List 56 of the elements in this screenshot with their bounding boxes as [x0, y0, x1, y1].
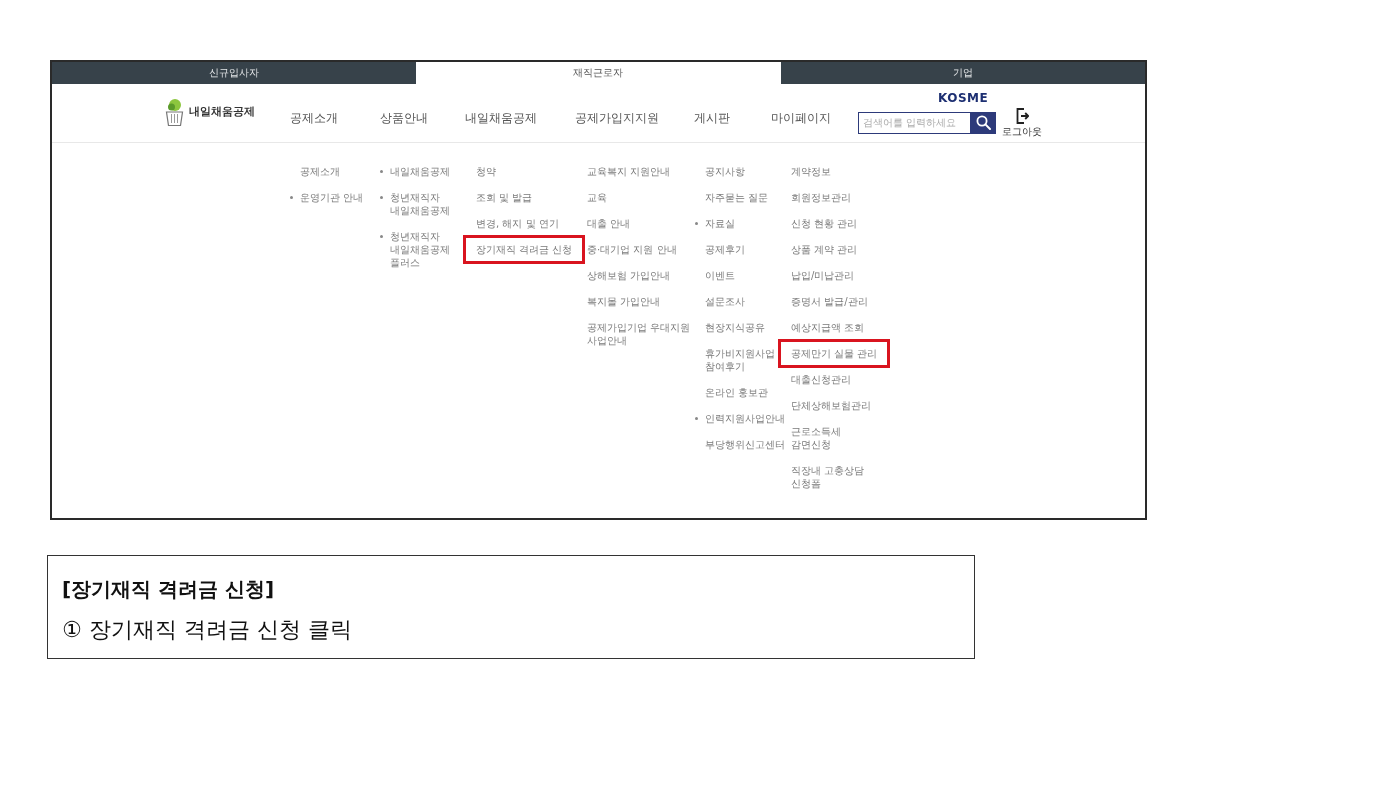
menu-link[interactable]: 상해보험 가입안내 [587, 269, 671, 282]
menu-link[interactable]: 신청 현황 관리 [791, 217, 858, 230]
nav-link[interactable]: 공제가입지지원 [575, 110, 659, 126]
menu-link[interactable]: 교육복지 지원안내 [587, 165, 671, 178]
audience-tab[interactable]: 신규입사자 [52, 62, 417, 84]
caption-title: [장기재직 격려금 신청] [62, 576, 276, 603]
sprout-pot-icon [165, 98, 184, 126]
menu-link[interactable]: 회원정보관리 [791, 191, 851, 204]
menu-link[interactable]: 예상지급액 조회 [791, 321, 865, 334]
menu-link[interactable]: 대출 안내 [587, 217, 631, 230]
menu-link[interactable]: 자료실 [695, 217, 735, 230]
menu-link[interactable]: 공제만기 실물 관리 [778, 339, 891, 368]
nav-link[interactable]: 게시판 [694, 110, 730, 126]
menu-link[interactable]: 공제가입기업 우대지원 사업안내 [587, 321, 695, 347]
menu-link[interactable]: 청년재직자 내일채움공제 플러스 [380, 230, 464, 269]
menu-link[interactable]: 납입/미납관리 [791, 269, 855, 282]
menu-link[interactable]: 공제소개 [300, 165, 340, 178]
menu-link[interactable]: 조회 및 발급 [476, 191, 533, 204]
menu-link[interactable]: 증명서 발급/관리 [791, 295, 868, 308]
search-icon [975, 115, 991, 130]
audience-tab[interactable]: 기업 [780, 62, 1145, 84]
caption-step: ① 장기재직 격려금 신청 클릭 [62, 615, 960, 645]
menu-link[interactable]: 복지몰 가입안내 [587, 295, 661, 308]
menu-link[interactable]: 계약정보 [791, 165, 831, 178]
menu-link[interactable]: 변경, 해지 및 연기 [476, 217, 559, 230]
menu-link[interactable]: 인력지원사업안내 [695, 412, 785, 425]
menu-link[interactable]: 청년재직자 내일채움공제 [380, 191, 464, 217]
menu-link[interactable]: 자주묻는 질문 [705, 191, 769, 204]
menu-link[interactable]: 부당행위신고센터 [705, 438, 785, 451]
nav-link[interactable]: 마이페이지 [771, 110, 831, 126]
menu-link[interactable]: 이벤트 [705, 269, 735, 282]
search-button[interactable] [970, 111, 996, 134]
menu-link[interactable]: 운영기관 안내 [290, 191, 364, 204]
nav-link[interactable]: 공제소개 [290, 110, 338, 126]
nav-link[interactable]: 내일채움공제 [465, 110, 537, 126]
menu-link[interactable]: 공지사항 [705, 165, 745, 178]
logo-link[interactable]: 내일채움공제 [165, 98, 290, 126]
nav-link[interactable]: 상품안내 [380, 110, 428, 126]
menu-link[interactable]: 청약 [476, 165, 496, 178]
menu-link[interactable]: 중·대기업 지원 안내 [587, 243, 677, 256]
menu-link[interactable]: 내일채움공제 [380, 165, 450, 178]
menu-link[interactable]: 단체상해보험관리 [791, 399, 871, 412]
menu-link[interactable]: 대출신청관리 [791, 373, 851, 386]
menu-link[interactable]: 교육 [587, 191, 607, 204]
menu-link[interactable]: 상품 계약 관리 [791, 243, 858, 256]
menu-link[interactable]: 공제후기 [705, 243, 745, 256]
agency-logo: KOSME [938, 90, 989, 105]
menu-link[interactable]: 근로소득세 감면신청 [791, 425, 881, 451]
logout-button[interactable]: 로그아웃 [1002, 107, 1042, 138]
logout-icon [1015, 107, 1029, 124]
search-field[interactable]: 검색어를 입력하세요 [858, 111, 970, 134]
menu-link[interactable]: 현장지식공유 [705, 321, 765, 334]
menu-link[interactable]: 장기재직 격려금 신청 [463, 235, 586, 264]
menu-link[interactable]: 온라인 홍보관 [705, 386, 769, 399]
menu-link[interactable]: 설문조사 [705, 295, 745, 308]
menu-link[interactable]: 직장내 고충상담 신청폼 [791, 464, 881, 490]
